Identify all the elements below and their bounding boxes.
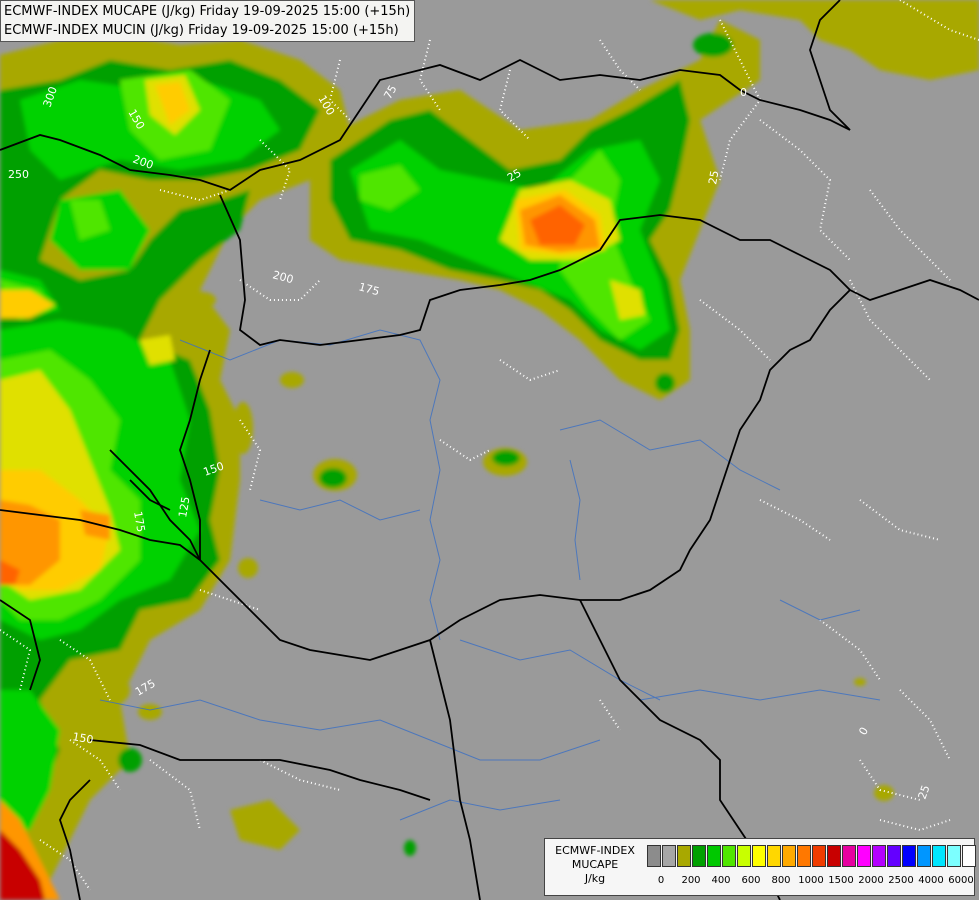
- legend-tick-label: 0: [657, 875, 665, 886]
- legend-tick-label: 1500: [828, 875, 854, 886]
- legend-swatch: [752, 845, 766, 867]
- legend-swatch: [692, 845, 706, 867]
- legend-swatch: [872, 845, 886, 867]
- legend-swatch: [962, 845, 976, 867]
- legend-tick-label: 4000: [918, 875, 944, 886]
- legend-swatch: [677, 845, 691, 867]
- contour-label: 250: [8, 168, 29, 181]
- title-line-mucin: ECMWF-INDEX MUCIN (J/kg) Friday 19-09-20…: [4, 23, 399, 38]
- contour-label: 0: [740, 86, 747, 99]
- title-line-mucape: ECMWF-INDEX MUCAPE (J/kg) Friday 19-09-2…: [4, 4, 411, 19]
- legend-swatch: [827, 845, 841, 867]
- legend-tick-label: 1000: [798, 875, 824, 886]
- legend-swatch: [812, 845, 826, 867]
- legend-param: MUCAPE: [571, 858, 619, 871]
- legend-tick-label: 800: [771, 875, 791, 886]
- legend-tick-label: 2000: [858, 875, 884, 886]
- legend-swatch: [947, 845, 961, 867]
- legend-swatch: [842, 845, 856, 867]
- legend-tick-label: 6000: [948, 875, 974, 886]
- legend-swatch: [887, 845, 901, 867]
- legend-model: ECMWF-INDEX: [555, 844, 635, 857]
- legend-swatch: [857, 845, 871, 867]
- color-legend: ECMWF-INDEX MUCAPE J/kg 0 200 400 600 800 100…: [544, 838, 977, 896]
- map-title-box: ECMWF-INDEX MUCAPE (J/kg) Friday 19-09-2…: [0, 0, 416, 42]
- legend-unit: J/kg: [584, 872, 606, 885]
- legend-swatch: [662, 845, 676, 867]
- weather-map: 300 150 200 100 75 250 25 0 200 175 25 1…: [0, 0, 979, 900]
- legend-tick-label: 200: [681, 875, 701, 886]
- legend-swatch: [902, 845, 916, 867]
- legend-swatch: [797, 845, 811, 867]
- legend-swatch: [722, 845, 736, 867]
- legend-swatch: [767, 845, 781, 867]
- legend-tick-label: 400: [711, 875, 731, 886]
- legend-caption: ECMWF-INDEX MUCAPE J/kg: [547, 844, 643, 886]
- legend-swatches: [647, 845, 977, 867]
- legend-tick-label: 2500: [888, 875, 914, 886]
- legend-swatch: [647, 845, 661, 867]
- legend-ticks: 0 200 400 600 800 1000 1500 2000 2500 4000 6000: [647, 875, 977, 889]
- legend-swatch: [737, 845, 751, 867]
- legend-swatch: [782, 845, 796, 867]
- legend-tick-label: 600: [741, 875, 761, 886]
- legend-swatch: [707, 845, 721, 867]
- legend-swatch: [932, 845, 946, 867]
- legend-swatch: [917, 845, 931, 867]
- contour-label: 25: [706, 169, 721, 185]
